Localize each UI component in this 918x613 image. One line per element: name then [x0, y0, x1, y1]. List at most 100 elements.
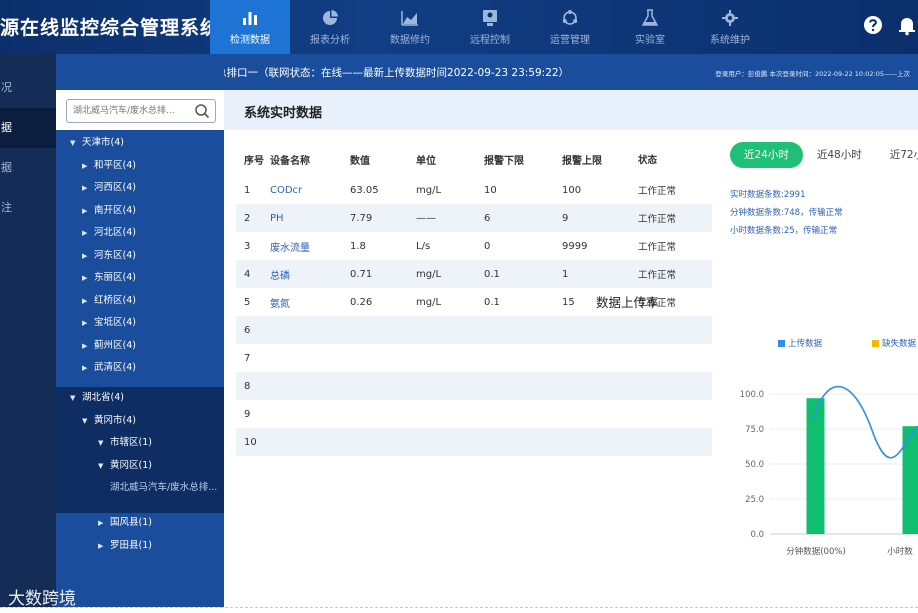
- bar-uploaded: [902, 426, 918, 534]
- tree-node[interactable]: ▶ 河北区(4): [56, 222, 224, 245]
- table-row[interactable]: 1 CODcr 63.05 mg/L 10 100 工作正常: [236, 176, 712, 204]
- tree-node[interactable]: ▶ 河西区(4): [56, 177, 224, 200]
- caret-right-icon[interactable]: ▶: [82, 312, 94, 335]
- rail-item[interactable]: 据: [0, 148, 56, 188]
- nav-label: 运营管理: [550, 34, 590, 46]
- table-row[interactable]: 4 总磷 0.71 mg/L 0.1 1 工作正常: [236, 260, 712, 288]
- tree-node-label: 武清区(4): [94, 362, 136, 373]
- tree-node[interactable]: ▶ 红桥区(4): [56, 290, 224, 313]
- flask-icon: [641, 8, 659, 26]
- tree-node-label: 和平区(4): [94, 159, 136, 171]
- search-icon[interactable]: [194, 103, 210, 119]
- tree-node[interactable]: ▶ 宝坻区(4): [56, 312, 224, 335]
- th-alarm-high: 报警上限: [562, 155, 602, 167]
- cell-device[interactable]: CODcr: [270, 185, 350, 196]
- top-icons: [850, 14, 918, 36]
- rail-item-active[interactable]: 据: [0, 108, 56, 148]
- caret-right-icon[interactable]: ▶: [82, 177, 94, 200]
- tree-node[interactable]: ▶ 武清区(4): [56, 357, 224, 380]
- caret-right-icon[interactable]: ▶: [82, 267, 94, 290]
- tree-node[interactable]: 湖北威马汽车/废水总排...: [56, 477, 224, 500]
- cell-value: 63.05: [350, 184, 379, 196]
- tab-48h[interactable]: 近48小时: [803, 142, 876, 168]
- nav-remote-control[interactable]: 远程控制: [450, 0, 530, 54]
- cell-device[interactable]: PH: [270, 213, 350, 224]
- tree-node[interactable]: ▶ 国风县(1): [56, 512, 224, 535]
- cell-value: 1.8: [350, 240, 366, 252]
- caret-right-icon[interactable]: ▶: [82, 200, 94, 223]
- nav-data-revision[interactable]: 数据修约: [370, 0, 450, 54]
- caret-right-icon[interactable]: ▶: [82, 357, 94, 380]
- stat-realtime: 实时数据条数:2991: [730, 190, 806, 200]
- caret-down-icon[interactable]: ▼: [70, 387, 82, 410]
- caret-right-icon[interactable]: ▶: [82, 155, 94, 178]
- remote-control-icon: [483, 9, 497, 26]
- tree-node-label: 罗田县(1): [110, 539, 152, 551]
- th-index: 序号: [244, 155, 264, 167]
- tree-node[interactable]: ▶ 罗田县(1): [56, 535, 224, 558]
- cell-alarm-low: 0.1: [484, 268, 500, 280]
- nav-laboratory[interactable]: 实验室: [610, 0, 690, 54]
- cell-device[interactable]: 总磷: [270, 267, 350, 282]
- caret-down-icon[interactable]: ▼: [98, 455, 110, 478]
- table-body: 1 CODcr 63.05 mg/L 10 100 工作正常 2 PH 7.79 —— 6 9 工作正常 3…: [236, 176, 712, 456]
- nav-label: 实验室: [635, 34, 665, 46]
- caret-right-icon[interactable]: ▶: [82, 290, 94, 313]
- tree-node[interactable]: ▶ 河东区(4): [56, 245, 224, 268]
- tree-node-label: 黄冈市(4): [94, 414, 136, 426]
- tree-node-label: 东丽区(4): [94, 272, 136, 283]
- bell-icon[interactable]: [896, 14, 918, 36]
- cell-index: 1: [244, 184, 251, 196]
- caret-right-icon[interactable]: ▶: [82, 222, 94, 245]
- cell-status: 工作正常: [638, 186, 677, 197]
- rail-item[interactable]: 况: [0, 68, 56, 108]
- tree-node[interactable]: ▼ 天津市(4): [56, 132, 224, 155]
- legend-item-missing[interactable]: 缺失数据: [872, 337, 916, 349]
- nav-report-analysis[interactable]: 报表分析: [290, 0, 370, 54]
- tree-node[interactable]: ▶ 和平区(4): [56, 155, 224, 178]
- tree-node[interactable]: ▼ 黄冈区(1): [56, 455, 224, 478]
- table-row[interactable]: 10: [236, 428, 712, 456]
- cell-device[interactable]: 废水流量: [270, 239, 350, 254]
- search-input[interactable]: [67, 100, 185, 122]
- table-row[interactable]: 3 废水流量 1.8 L/s 0 9999 工作正常: [236, 232, 712, 260]
- bar-uploaded: [806, 398, 825, 534]
- y-tick-label: 50.0: [745, 460, 764, 470]
- tab-24h[interactable]: 近24小时: [730, 142, 803, 168]
- nav-system-maintenance[interactable]: 系统维护: [690, 0, 770, 54]
- caret-right-icon[interactable]: ▶: [98, 535, 110, 558]
- tree-list-hubei: ▼ 湖北省(4) ▼ 黄冈市(4) ▼ 市辖区(1) ▼ 黄冈区(1) 湖北威马汽车/废水总排.…: [56, 387, 224, 513]
- nav-detection-data[interactable]: 检测数据: [210, 0, 290, 54]
- table-row[interactable]: 9: [236, 400, 712, 428]
- caret-right-icon[interactable]: ▶: [82, 335, 94, 358]
- table-row[interactable]: 2 PH 7.79 —— 6 9 工作正常: [236, 204, 712, 232]
- cell-index: 9: [244, 408, 251, 420]
- stat-minute: 分钟数据条数:748，传输正常: [730, 208, 843, 218]
- tree-node[interactable]: ▶ 东丽区(4): [56, 267, 224, 290]
- page-title: 系统实时数据: [244, 106, 323, 121]
- caret-down-icon[interactable]: ▼: [82, 410, 94, 433]
- tab-72h[interactable]: 近72小时: [876, 142, 918, 168]
- tree-node[interactable]: ▶ 蓟州区(4): [56, 335, 224, 358]
- legend-item-uploaded[interactable]: 上传数据: [778, 337, 822, 349]
- tree-node-label: 湖北省(4): [82, 392, 124, 403]
- series-line-uploaded: [813, 385, 918, 459]
- cell-unit: L/s: [416, 240, 431, 252]
- caret-down-icon[interactable]: ▼: [70, 132, 82, 155]
- cell-alarm-low: 6: [484, 212, 491, 224]
- nav-operations[interactable]: 运营管理: [530, 0, 610, 54]
- operations-icon: [562, 9, 578, 25]
- cell-device[interactable]: 氨氮: [270, 295, 350, 310]
- cell-alarm-low: 10: [484, 184, 497, 196]
- tree-node[interactable]: ▼ 黄冈市(4): [56, 410, 224, 433]
- tree-node[interactable]: ▼ 湖北省(4): [56, 387, 224, 410]
- caret-right-icon[interactable]: ▼: [98, 432, 110, 455]
- tree-node[interactable]: ▼ 市辖区(1): [56, 432, 224, 455]
- tree-node[interactable]: ▶ 南开区(4): [56, 200, 224, 223]
- cell-unit: ——: [416, 212, 436, 224]
- table-row[interactable]: 8: [236, 372, 712, 400]
- caret-right-icon[interactable]: ▶: [82, 245, 94, 268]
- caret-right-icon[interactable]: ▶: [98, 512, 110, 535]
- rail-item[interactable]: 注: [0, 188, 56, 228]
- help-icon[interactable]: [862, 14, 884, 36]
